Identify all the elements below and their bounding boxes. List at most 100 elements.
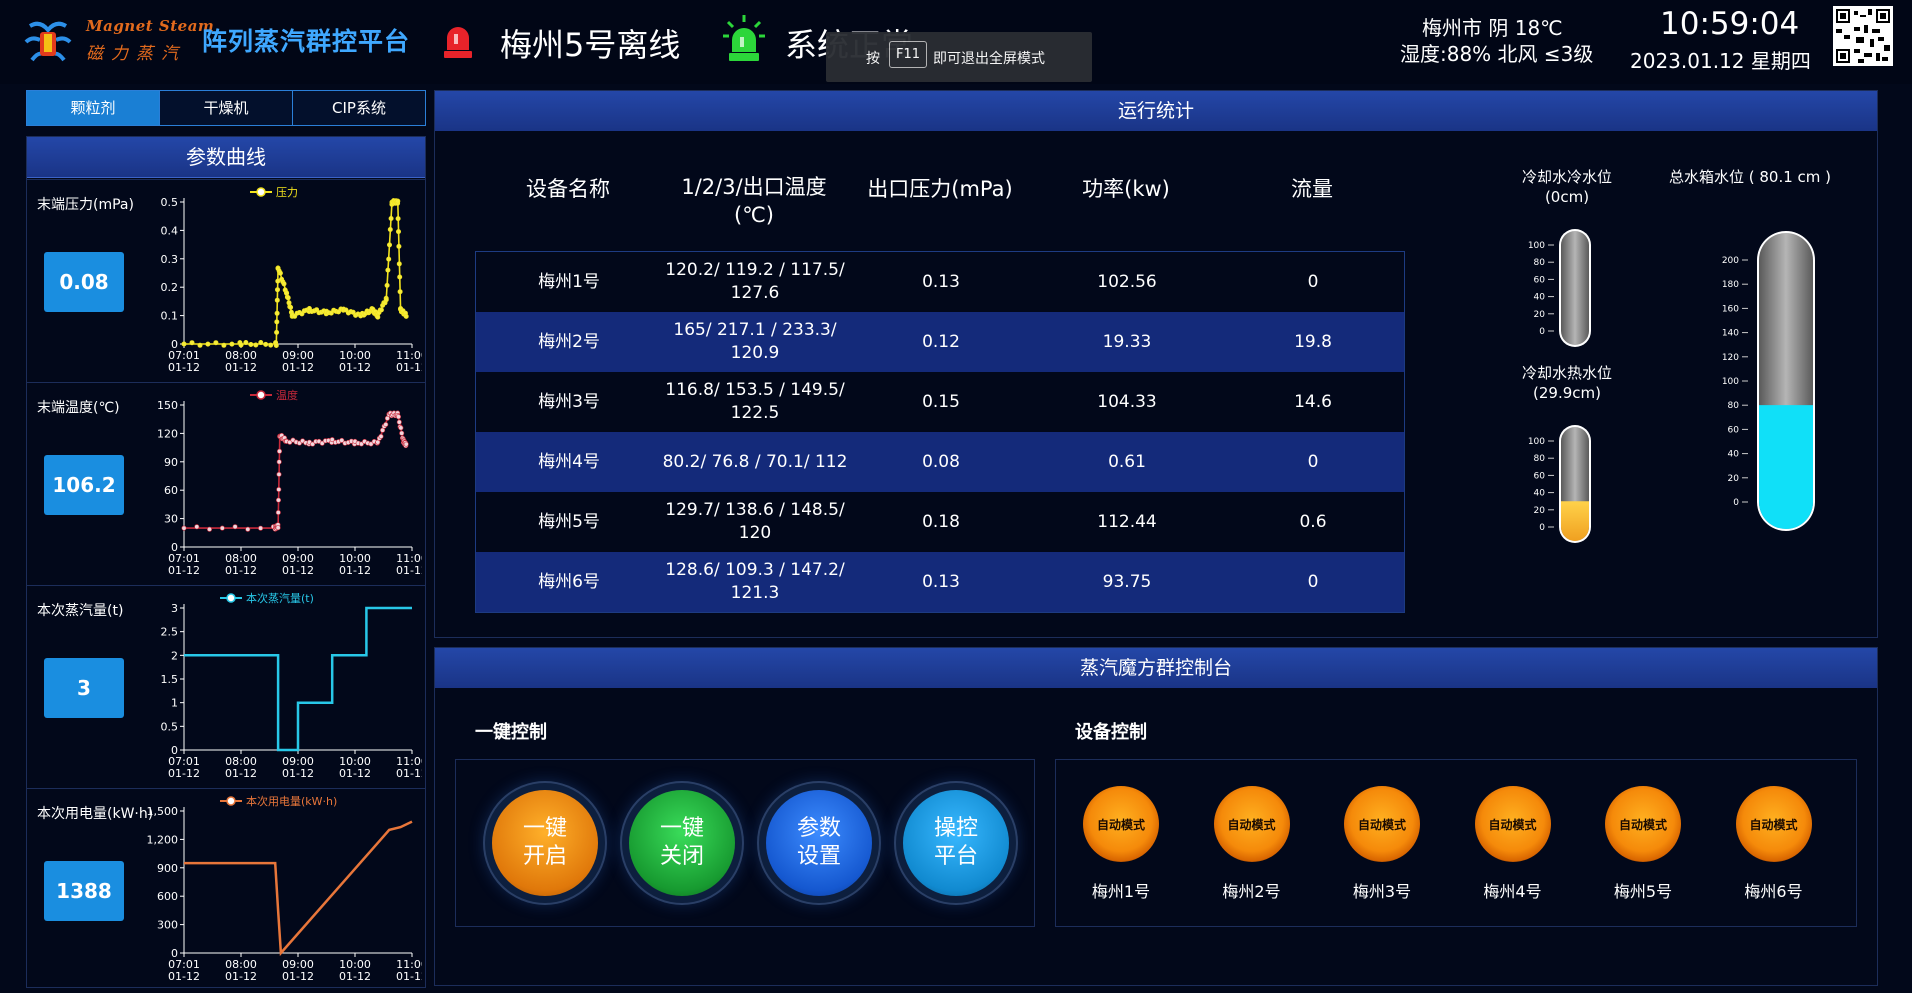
x-tick-label: 01-12: [282, 970, 314, 983]
outlet-temperature-cell: 80.2/ 76.8 / 70.1/ 112: [662, 451, 848, 472]
pressure-value-box: 0.08: [44, 252, 124, 312]
device-auto-mode-button[interactable]: 自动模式: [1735, 786, 1812, 862]
data-point: [277, 270, 283, 276]
data-point: [205, 341, 211, 347]
device-control-item: 自动模式梅州4号: [1468, 786, 1558, 902]
series-line: [184, 201, 407, 345]
gauge-tick-label: 20: [1534, 310, 1546, 320]
data-point: [383, 297, 389, 303]
data-point: [181, 525, 187, 531]
x-tick-label: 01-12: [225, 767, 257, 780]
x-tick-label: 01-12: [396, 564, 422, 577]
y-tick-label: 1.5: [161, 673, 179, 686]
header-outlet-temperature: 1/2/3/出口温度 (℃): [681, 175, 827, 227]
data-point: [378, 307, 384, 313]
gauge-tick-label: 40: [1534, 489, 1546, 499]
operation-stats-panel: 运行统计 设备名称 1/2/3/出口温度 (℃) 出口压力(mPa) 功率(kw…: [434, 90, 1878, 638]
data-point: [229, 341, 235, 347]
outlet-pressure-cell: 0.13: [922, 571, 960, 592]
header-power: 功率(kw): [1082, 177, 1170, 201]
data-point: [238, 342, 244, 348]
data-point: [384, 282, 390, 288]
data-point: [288, 304, 294, 310]
data-point: [387, 242, 393, 248]
device-name-label: 梅州3号: [1352, 882, 1412, 901]
clock-time: 10:59:04: [1660, 6, 1800, 42]
data-point: [213, 340, 219, 346]
power-cell: 102.56: [1097, 271, 1157, 292]
gauge-tick-label: 80: [1534, 258, 1546, 268]
data-point: [375, 314, 381, 320]
parameter-curves-panel: 参数曲线 末端压力(mPa) 0.08 压力 0 0.1 0.2 0.3 0.4 0.5 07…: [26, 136, 426, 988]
data-point: [276, 487, 282, 493]
x-tick-label: 01-12: [396, 361, 422, 374]
data-point: [273, 343, 279, 349]
device-name-label: 梅州4号: [1483, 882, 1542, 901]
hot-water-level-gauge: 100 80 60 40 20 0: [1528, 425, 1591, 543]
data-point: [274, 319, 280, 325]
data-point: [386, 256, 392, 262]
tooltip-prefix: 按: [866, 51, 880, 67]
one-key-start-button[interactable]: 一键 开启: [492, 790, 598, 896]
x-tick-label: 01-12: [168, 564, 200, 577]
data-point: [397, 274, 403, 280]
table-row: 梅州3号 116.8/ 153.5 / 149.5/ 122.5 0.15 104.3…: [476, 372, 1404, 432]
device-control-box: 自动模式 梅州1号 自动模式 梅州2号 自动模式 梅州3号 自动模式 梅州4号 自动模式 梅州5号…: [1055, 759, 1857, 927]
device-name-label: 梅州1号: [1091, 882, 1151, 901]
temperature-value-box: 106.2: [44, 455, 124, 515]
data-point: [263, 341, 269, 347]
data-point: [378, 433, 384, 439]
power-cell: 112.44: [1097, 511, 1157, 532]
y-tick-label: 3: [171, 602, 178, 615]
device-auto-mode-button[interactable]: 自动模式: [1083, 786, 1159, 862]
tab-granule[interactable]: 颗粒剂: [27, 91, 160, 125]
x-tick-label: 01-12: [282, 564, 314, 577]
y-tick-label: 0.1: [161, 310, 179, 323]
gauge-tick-label: 40: [1534, 293, 1546, 303]
device-control-item: 自动模式 梅州6号: [1729, 786, 1819, 902]
data-point: [276, 459, 282, 465]
tab-cip-system[interactable]: CIP系统: [293, 91, 425, 125]
gauge-tick-label: 160: [1722, 304, 1739, 314]
outlet-pressure-cell: 0.13: [922, 271, 960, 292]
x-tick-label: 01-12: [339, 970, 371, 983]
clock-date: 2023.01.12 星期四: [1630, 49, 1811, 73]
gauge-tick-label: 20: [1728, 474, 1740, 484]
cold-water-level-gauge: 100 80 60 40 20 0: [1528, 229, 1591, 347]
pressure-chart-label: 末端压力(mPa): [37, 197, 134, 213]
device-name-cell: 梅州4号: [538, 451, 600, 472]
gauge-tick-label: 100: [1722, 377, 1739, 387]
qr-code-icon[interactable]: [1833, 6, 1893, 66]
legend-label: 本次蒸汽量(t): [246, 591, 314, 605]
device-name-cell: 梅州2号: [538, 331, 600, 352]
header-device-name: 设备名称: [526, 177, 610, 201]
x-tick-label: 01-12: [396, 767, 422, 780]
tank-water-gauge-label: 总水箱水位 ( 80.1 cm ): [1668, 168, 1832, 186]
power-cell: 104.33: [1097, 391, 1157, 412]
data-point: [194, 524, 200, 530]
device-auto-mode-button[interactable]: 自动模式: [1344, 786, 1420, 862]
parameter-settings-button[interactable]: 参数 设置: [766, 790, 872, 896]
data-point: [395, 229, 401, 235]
legend-marker: [226, 796, 236, 806]
x-tick-label: 01-12: [282, 767, 314, 780]
steam-chart-block: 本次蒸汽量(t) 3 本次蒸汽量(t) 0 0.5 1 1.5 2 2.5 3 07:01 01-…: [27, 585, 425, 787]
one-key-stop-button[interactable]: 一键 关闭: [629, 790, 735, 896]
device-auto-mode-button[interactable]: 自动模式: [1474, 786, 1551, 862]
data-point: [253, 342, 259, 348]
data-point: [397, 289, 403, 295]
device-auto-mode-button[interactable]: 自动模式: [1605, 786, 1681, 862]
control-platform-button[interactable]: 操控 平台: [903, 790, 1009, 896]
gauge-fill: [1759, 405, 1813, 529]
gauge-tick-label: 40: [1728, 450, 1740, 460]
brand-chinese: 磁力蒸汽: [86, 44, 186, 64]
control-console-panel: 蒸汽魔方群控制台 一键控制 设备控制 一键 开启 一键 关闭 参数 设置 操控 平台 自…: [434, 647, 1878, 986]
data-point: [258, 340, 264, 346]
device-auto-mode-button[interactable]: 自动模式: [1213, 786, 1290, 862]
pressure-chart-block: 末端压力(mPa) 0.08 压力 0 0.1 0.2 0.3 0.4 0.5 07:01 01…: [27, 179, 425, 381]
legend-label: 压力: [276, 186, 298, 199]
legend-marker: [226, 593, 236, 603]
y-tick-label: 120: [157, 427, 178, 440]
x-tick-label: 01-12: [339, 767, 371, 780]
tab-dryer[interactable]: 干燥机: [160, 91, 293, 125]
